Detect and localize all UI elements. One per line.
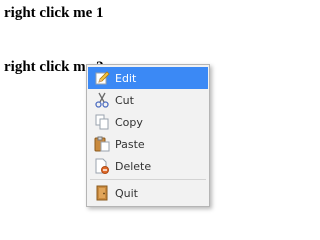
context-menu-item-label: Delete (115, 159, 152, 173)
context-menu-item-cut[interactable]: Cut (88, 89, 208, 111)
context-menu-item-copy[interactable]: Copy (88, 111, 208, 133)
context-menu-item-label: Copy (115, 115, 143, 129)
paste-icon (94, 136, 110, 152)
scissors-icon (94, 92, 110, 108)
copy-icon (94, 114, 110, 130)
context-menu-item-label: Edit (115, 71, 137, 85)
delete-icon (94, 158, 110, 174)
context-menu-item-label: Cut (115, 93, 134, 107)
context-menu-item-paste[interactable]: Paste (88, 133, 208, 155)
context-menu-item-edit[interactable]: Edit (88, 67, 208, 89)
quit-icon (94, 185, 110, 201)
context-menu-item-label: Paste (115, 137, 145, 151)
right-click-target-1[interactable]: right click me 1 (4, 4, 104, 22)
context-menu-item-delete[interactable]: Delete (88, 155, 208, 177)
context-menu: Edit Cut Copy Paste Delete Quit (86, 64, 210, 207)
context-menu-item-quit[interactable]: Quit (88, 182, 208, 204)
edit-icon (94, 70, 110, 86)
context-menu-separator (90, 179, 206, 180)
context-menu-item-label: Quit (115, 186, 138, 200)
